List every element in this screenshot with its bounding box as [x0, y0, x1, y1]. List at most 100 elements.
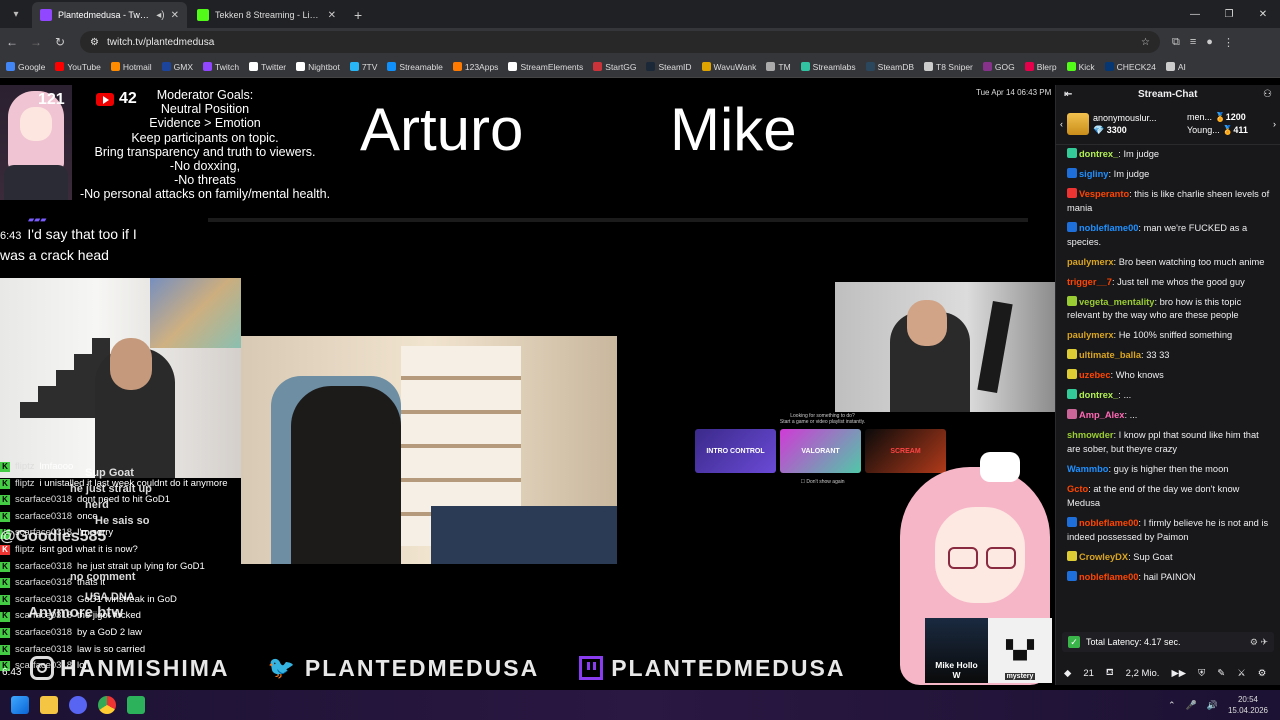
- channel-points-icon[interactable]: ◆: [1064, 668, 1071, 679]
- pen-icon[interactable]: ✎: [1217, 668, 1225, 679]
- collapse-chat-icon[interactable]: ⇤: [1064, 89, 1072, 100]
- reload-icon[interactable]: ↻: [48, 35, 72, 49]
- chevron-right-icon[interactable]: ›: [1273, 119, 1276, 129]
- microphone-icon[interactable]: 🎤: [1186, 700, 1197, 711]
- bookmark-item[interactable]: T8 Sniper: [924, 62, 973, 72]
- bookmark-item[interactable]: Twitch: [203, 62, 239, 72]
- start-button-icon[interactable]: [11, 696, 29, 714]
- bookmark-item[interactable]: Hotmail: [110, 62, 152, 72]
- chat-username[interactable]: vegeta_mentality: [1079, 297, 1154, 307]
- suggest-thumb-1[interactable]: INTRO CONTROL: [695, 429, 776, 473]
- chat-username[interactable]: shmowder: [1067, 430, 1114, 440]
- clock-date: 15.04.2026: [1227, 706, 1268, 715]
- bookmark-item[interactable]: StreamElements: [508, 62, 583, 72]
- shield-icon[interactable]: ⛨: [1198, 668, 1205, 679]
- mute-icon[interactable]: ◂): [156, 10, 164, 21]
- discord-icon[interactable]: [69, 696, 87, 714]
- bookmark-item[interactable]: GMX: [161, 62, 193, 72]
- chat-username[interactable]: paulymerx: [1067, 330, 1114, 340]
- profile-avatar[interactable]: ●: [1206, 36, 1213, 49]
- chat-username[interactable]: nobleflame00: [1079, 518, 1138, 528]
- close-tab-icon[interactable]: ✕: [171, 10, 179, 21]
- chat-username[interactable]: dontrex_: [1079, 390, 1118, 400]
- chat-username[interactable]: dontrex_: [1079, 149, 1118, 159]
- bookmark-item[interactable]: AI: [1165, 62, 1186, 72]
- gear-icon[interactable]: ⚙: [1258, 668, 1267, 679]
- chrome-icon[interactable]: [98, 696, 116, 714]
- bookmark-item[interactable]: Nightbot: [296, 62, 340, 72]
- bookmark-label: Kick: [1078, 61, 1095, 72]
- tab-plantedmedusa[interactable]: Plantedmedusa - Twitch ◂) ✕: [32, 2, 187, 28]
- chat-username[interactable]: sigliny: [1079, 169, 1108, 179]
- tab-search-icon[interactable]: ▾: [4, 2, 28, 26]
- participant-name-right: Mike: [670, 96, 797, 163]
- bookmark-item[interactable]: WavuWank: [701, 62, 756, 72]
- bookmark-item[interactable]: StartGG: [593, 62, 636, 72]
- bookmark-item[interactable]: CHECK24: [1104, 62, 1156, 72]
- bookmark-item[interactable]: TM: [766, 62, 791, 72]
- minimize-icon[interactable]: —: [1178, 0, 1212, 28]
- chat-username[interactable]: Wammbo: [1067, 464, 1109, 474]
- bookmark-item[interactable]: Twitter: [249, 62, 286, 72]
- goal-line: Keep participants on topic.: [131, 130, 279, 145]
- stream-video[interactable]: 121 42 Moderator Goals: Neutral Position E…: [0, 85, 1055, 685]
- suggest-thumb-2[interactable]: VALORANT: [780, 429, 861, 473]
- bookmark-item[interactable]: Google: [6, 62, 45, 72]
- chat-username[interactable]: trigger__7: [1067, 277, 1112, 287]
- tab-tekken[interactable]: Tekken 8 Streaming - Live Strea ✕: [189, 2, 344, 28]
- maximize-icon[interactable]: ❐: [1212, 0, 1246, 28]
- bookmark-item[interactable]: Streamable: [387, 62, 443, 72]
- chat-username[interactable]: CrowleyDX: [1079, 552, 1128, 562]
- dont-show-again-checkbox[interactable]: Don't show again: [806, 479, 844, 485]
- back-icon[interactable]: ←: [0, 35, 24, 49]
- top-gifter-name: anonymouslur...: [1093, 112, 1157, 123]
- new-tab-button[interactable]: +: [354, 7, 362, 23]
- close-tab-icon[interactable]: ✕: [328, 10, 336, 21]
- site-info-icon[interactable]: ⚙: [90, 37, 99, 48]
- bookmark-favicon-icon: [203, 62, 213, 71]
- chat-username[interactable]: paulymerx: [1067, 257, 1114, 267]
- tray-chevron-icon[interactable]: ⌃: [1168, 700, 1176, 711]
- chat-username[interactable]: Amp_Alex: [1079, 410, 1124, 420]
- bookmark-label: YouTube: [67, 61, 101, 72]
- forward-icon[interactable]: →: [24, 35, 48, 49]
- follower-count: 2,2 Mio.: [1125, 667, 1160, 679]
- chat-username[interactable]: nobleflame00: [1079, 572, 1138, 582]
- file-explorer-icon[interactable]: [40, 696, 58, 714]
- bookmark-item[interactable]: Kick: [1066, 61, 1095, 72]
- bookmark-item[interactable]: Streamlabs: [800, 62, 856, 72]
- bookmark-item[interactable]: SteamDB: [865, 62, 914, 72]
- extensions-icon[interactable]: ⧉: [1172, 36, 1180, 49]
- bookmark-item[interactable]: GOG: [982, 62, 1015, 72]
- overlay-ghost-text: no comment: [70, 571, 136, 583]
- kick-badge-icon: K: [0, 495, 10, 506]
- url-input[interactable]: ⚙ twitch.tv/plantedmedusa ☆: [80, 31, 1160, 53]
- speaker-icon[interactable]: 🔊: [1207, 700, 1218, 711]
- twitter-icon: 🐦: [267, 655, 297, 680]
- bookmark-item[interactable]: SteamID: [646, 62, 692, 72]
- close-window-icon[interactable]: ✕: [1246, 0, 1280, 28]
- chat-username[interactable]: ultimate_balla: [1079, 350, 1141, 360]
- clock[interactable]: 20:54 15.04.2026: [1228, 694, 1268, 716]
- bookmark-item[interactable]: 7TV: [349, 62, 377, 72]
- chat-username[interactable]: Gcto: [1067, 484, 1088, 494]
- bookmark-item[interactable]: 123Apps: [452, 62, 498, 72]
- gifter-2-name: men...: [1187, 111, 1213, 122]
- bookmark-item[interactable]: YouTube: [55, 61, 101, 72]
- chevron-left-icon[interactable]: ‹: [1060, 119, 1063, 129]
- forward-icon[interactable]: ▶▶: [1171, 668, 1186, 679]
- tab-title: Tekken 8 Streaming - Live Strea: [215, 10, 322, 20]
- chat-username[interactable]: nobleflame00: [1079, 223, 1138, 233]
- settings-icon[interactable]: ⚙ ✈: [1250, 637, 1268, 648]
- bookmark-favicon-icon: [1024, 62, 1034, 71]
- menu-icon[interactable]: ⋮: [1223, 36, 1234, 49]
- chat-username[interactable]: Vesperanto: [1079, 189, 1129, 199]
- bookmark-star-icon[interactable]: ☆: [1141, 37, 1150, 48]
- app-icon[interactable]: [127, 696, 145, 714]
- user-badge-icon: [1067, 187, 1077, 198]
- media-icon[interactable]: ≡: [1190, 36, 1196, 49]
- bookmark-item[interactable]: Blerp: [1024, 62, 1057, 72]
- chat-username[interactable]: uzebec: [1079, 370, 1111, 380]
- sword-icon[interactable]: ⚔: [1237, 668, 1246, 679]
- community-icon[interactable]: ⚇: [1263, 89, 1272, 100]
